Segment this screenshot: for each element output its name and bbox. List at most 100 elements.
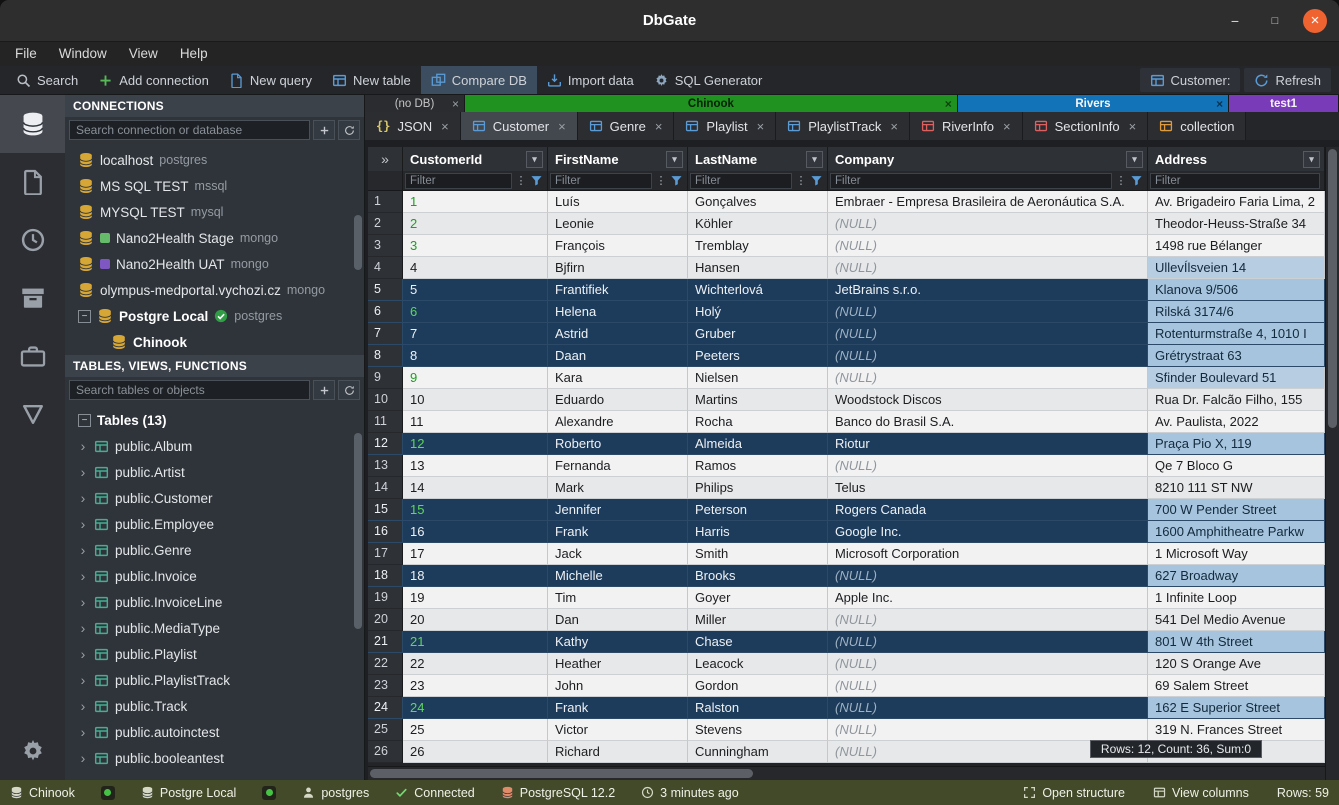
cell-address[interactable]: 1 Infinite Loop [1148, 587, 1325, 609]
column-header-customerid[interactable]: CustomerId▾ [403, 147, 548, 171]
cell-customerid[interactable]: 25 [403, 719, 548, 741]
table-item-public-playlist[interactable]: ›public.Playlist [65, 641, 364, 667]
connections-scrollbar-thumb[interactable] [354, 215, 362, 270]
cell-address[interactable]: Grétrystraat 63 [1148, 345, 1325, 367]
cell-company[interactable]: (NULL) [828, 235, 1148, 257]
cell-lastname[interactable]: Miller [688, 609, 828, 631]
cell-address[interactable]: 1600 Amphitheatre Parkw [1148, 521, 1325, 543]
cell-lastname[interactable]: Goyer [688, 587, 828, 609]
table-row-18[interactable]: 1818MichelleBrooks(NULL)627 Broadway [368, 565, 1325, 587]
tab-collection[interactable]: collection [1148, 112, 1246, 140]
cell-address[interactable]: 162 E Superior Street [1148, 697, 1325, 719]
menu-file[interactable]: File [4, 42, 48, 66]
row-number[interactable]: 3 [368, 235, 403, 257]
toolbar-button-sql-generator[interactable]: SQL Generator [644, 66, 773, 94]
cell-company[interactable]: (NULL) [828, 367, 1148, 389]
cell-address[interactable]: 1 Microsoft Way [1148, 543, 1325, 565]
cell-lastname[interactable]: Brooks [688, 565, 828, 587]
cell-company[interactable]: (NULL) [828, 675, 1148, 697]
cell-customerid[interactable]: 8 [403, 345, 548, 367]
statusbar-postgres[interactable]: postgres [302, 786, 369, 800]
connection-item-ms-sql-test[interactable]: MS SQL TESTmssql [65, 173, 364, 199]
column-header-address[interactable]: Address▾ [1148, 147, 1325, 171]
cell-firstname[interactable]: Eduardo [548, 389, 688, 411]
table-row-1[interactable]: 11LuísGonçalvesEmbraer - Empresa Brasile… [368, 191, 1325, 213]
table-item-public-artist[interactable]: ›public.Artist [65, 459, 364, 485]
row-number[interactable]: 12 [368, 433, 403, 455]
filter-input-address[interactable] [1150, 173, 1320, 189]
cell-customerid[interactable]: 19 [403, 587, 548, 609]
statusbar-postgresql-12-2[interactable]: PostgreSQL 12.2 [501, 786, 615, 800]
cell-lastname[interactable]: Gordon [688, 675, 828, 697]
cell-customerid[interactable]: 5 [403, 279, 548, 301]
activitybar-archive[interactable] [0, 269, 65, 327]
cell-firstname[interactable]: Kara [548, 367, 688, 389]
connection-item-postgre-local[interactable]: −Postgre Localpostgres [65, 303, 364, 329]
vertical-scrollbar[interactable] [1325, 147, 1339, 780]
cell-company[interactable]: (NULL) [828, 609, 1148, 631]
column-header-lastname[interactable]: LastName▾ [688, 147, 828, 171]
row-number[interactable]: 1 [368, 191, 403, 213]
cell-firstname[interactable]: Luís [548, 191, 688, 213]
toolbar-button-customer[interactable]: Customer: [1140, 68, 1241, 92]
column-header-company[interactable]: Company▾ [828, 147, 1148, 171]
table-item-public-album[interactable]: ›public.Album [65, 433, 364, 459]
activitybar-history[interactable] [0, 211, 65, 269]
cell-address[interactable]: UllevÍlsveien 14 [1148, 257, 1325, 279]
toolbar-button-compare-db[interactable]: Compare DB [421, 66, 537, 94]
row-number[interactable]: 17 [368, 543, 403, 565]
tab-genre[interactable]: Genre× [578, 112, 675, 140]
expand-all-button[interactable]: » [368, 147, 403, 171]
maximize-button[interactable]: □ [1263, 9, 1287, 33]
cell-firstname[interactable]: Michelle [548, 565, 688, 587]
table-item-public-mediatype[interactable]: ›public.MediaType [65, 615, 364, 641]
table-row-20[interactable]: 2020DanMiller(NULL)541 Del Medio Avenue [368, 609, 1325, 631]
row-number[interactable]: 11 [368, 411, 403, 433]
cell-lastname[interactable]: Nielsen [688, 367, 828, 389]
cell-lastname[interactable]: Ramos [688, 455, 828, 477]
close-icon[interactable]: × [558, 119, 566, 134]
cell-company[interactable]: Woodstock Discos [828, 389, 1148, 411]
cell-firstname[interactable]: Kathy [548, 631, 688, 653]
table-row-13[interactable]: 1313FernandaRamos(NULL)Qe 7 Bloco G [368, 455, 1325, 477]
cell-lastname[interactable]: Hansen [688, 257, 828, 279]
table-row-21[interactable]: 2121KathyChase(NULL)801 W 4th Street [368, 631, 1325, 653]
cell-firstname[interactable]: Bjﬁrn [548, 257, 688, 279]
cell-company[interactable]: (NULL) [828, 455, 1148, 477]
cell-address[interactable]: 8210 111 ST NW [1148, 477, 1325, 499]
cell-address[interactable]: 69 Salem Street [1148, 675, 1325, 697]
activitybar-files[interactable] [0, 153, 65, 211]
cell-customerid[interactable]: 22 [403, 653, 548, 675]
table-row-5[interactable]: 55FrantiﬁekWichterlováJetBrains s.r.o.Kl… [368, 279, 1325, 301]
cell-address[interactable]: 700 W Pender Street [1148, 499, 1325, 521]
cell-company[interactable]: Microsoft Corporation [828, 543, 1148, 565]
column-dropdown-button[interactable]: ▾ [526, 151, 543, 168]
activitybar-connections[interactable] [0, 95, 65, 153]
menu-help[interactable]: Help [169, 42, 219, 66]
statusbar-rows-59[interactable]: Rows: 59 [1277, 786, 1329, 800]
dbtab-chinook[interactable]: Chinook× [465, 95, 958, 112]
cell-customerid[interactable]: 15 [403, 499, 548, 521]
filter-funnel-button[interactable] [530, 174, 543, 187]
cell-customerid[interactable]: 4 [403, 257, 548, 279]
cell-customerid[interactable]: 16 [403, 521, 548, 543]
table-row-19[interactable]: 1919TimGoyerApple Inc.1 Infinite Loop [368, 587, 1325, 609]
cell-firstname[interactable]: François [548, 235, 688, 257]
cell-company[interactable]: (NULL) [828, 213, 1148, 235]
cell-customerid[interactable]: 9 [403, 367, 548, 389]
row-number[interactable]: 15 [368, 499, 403, 521]
filter-input-company[interactable] [830, 173, 1112, 189]
statusbar-chinook[interactable]: Chinook [10, 786, 75, 800]
cell-customerid[interactable]: 10 [403, 389, 548, 411]
cell-lastname[interactable]: Martins [688, 389, 828, 411]
cell-lastname[interactable]: Wichterlová [688, 279, 828, 301]
cell-firstname[interactable]: Astrid [548, 323, 688, 345]
cell-company[interactable]: (NULL) [828, 719, 1148, 741]
connection-item-mysql-test[interactable]: MYSQL TESTmysql [65, 199, 364, 225]
row-number[interactable]: 5 [368, 279, 403, 301]
cell-address[interactable]: 120 S Orange Ave [1148, 653, 1325, 675]
tab-json[interactable]: {}JSON× [365, 112, 461, 140]
table-item-public-track[interactable]: ›public.Track [65, 693, 364, 719]
connection-item-nano2health-uat[interactable]: Nano2Health UATmongo [65, 251, 364, 277]
cell-firstname[interactable]: Frank [548, 697, 688, 719]
